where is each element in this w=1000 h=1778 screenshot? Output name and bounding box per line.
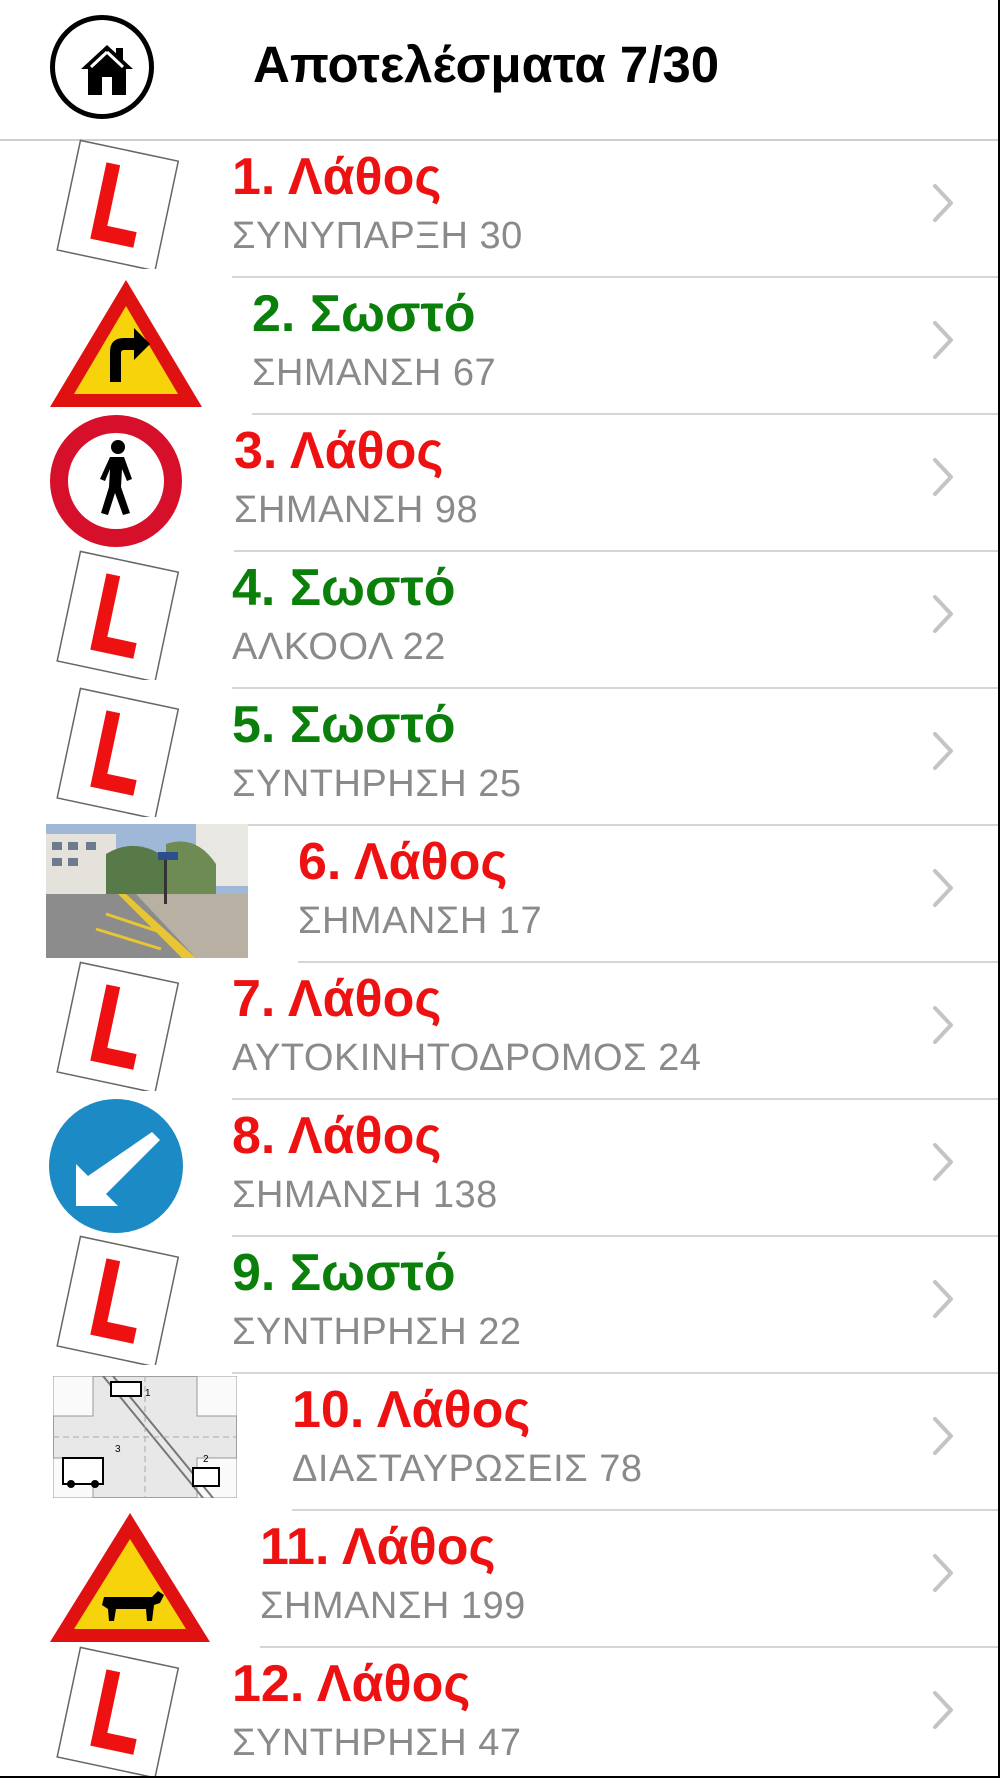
result-category: ΣΥΝΤΗΡΗΣΗ 25 [232,763,522,805]
result-category: ΑΛΚΟΟΛ 22 [232,626,446,668]
result-row[interactable]: 7. Λάθος ΑΥΤΟΚΙΝΗΤΟΔΡΟΜΟΣ 24 [0,961,998,1100]
result-title: 8. Λάθος [232,1107,442,1165]
chevron-right-icon [933,595,953,633]
home-icon [81,45,133,95]
chevron-right-icon [933,1554,953,1592]
result-row[interactable]: 4. Σωστό ΑΛΚΟΟΛ 22 [0,550,998,689]
result-category: ΣΗΜΑΝΣΗ 98 [234,489,479,531]
chevron-right-icon [933,184,953,222]
result-category: ΣΗΜΑΝΣΗ 17 [298,900,543,942]
result-title: 9. Σωστό [232,1244,456,1302]
page-title: Αποτελέσματα 7/30 [253,36,720,93]
chevron-right-icon [933,732,953,770]
result-row[interactable]: 6. Λάθος ΣΗΜΑΝΣΗ 17 [0,824,998,963]
result-title: 3. Λάθος [234,422,444,480]
chevron-right-icon [933,321,953,359]
result-row[interactable]: 3. Λάθος ΣΗΜΑΝΣΗ 98 [0,413,998,552]
result-category: ΣΥΝΥΠΑΡΞΗ 30 [232,215,523,257]
svg-text:2: 2 [203,1454,209,1465]
result-row[interactable]: 11. Λάθος ΣΗΜΑΝΣΗ 199 [0,1509,998,1648]
result-title: 7. Λάθος [232,970,442,1028]
svg-text:3: 3 [115,1444,121,1455]
results-screen: Αποτελέσματα 7/30 1. Λάθος ΣΥΝΥΠΑΡΞΗ 30 2… [0,0,1000,1778]
result-title: 11. Λάθος [260,1518,496,1576]
result-title: 2. Σωστό [252,285,476,343]
chevron-right-icon [933,1143,953,1181]
chevron-right-icon [933,1691,953,1729]
result-category: ΑΥΤΟΚΙΝΗΤΟΔΡΟΜΟΣ 24 [232,1037,702,1079]
result-row[interactable]: 1 2 3 10. Λάθος ΔΙΑΣΤΑΥΡΩΣΕΙΣ 78 [0,1372,998,1511]
result-row[interactable]: 5. Σωστό ΣΥΝΤΗΡΗΣΗ 25 [0,687,998,826]
result-row[interactable]: 8. Λάθος ΣΗΜΑΝΣΗ 138 [0,1098,998,1237]
result-row[interactable]: 2. Σωστό ΣΗΜΑΝΣΗ 67 [0,276,998,415]
result-row[interactable]: 12. Λάθος ΣΥΝΤΗΡΗΣΗ 47 [0,1646,998,1776]
chevron-right-icon [933,869,953,907]
chevron-right-icon [933,1006,953,1044]
result-category: ΔΙΑΣΤΑΥΡΩΣΕΙΣ 78 [292,1448,643,1490]
header-bar: Αποτελέσματα 7/30 [0,0,998,141]
result-title: 4. Σωστό [232,559,456,617]
result-title: 5. Σωστό [232,696,456,754]
chevron-right-icon [933,1280,953,1318]
result-title: 10. Λάθος [292,1381,531,1439]
result-category: ΣΥΝΤΗΡΗΣΗ 47 [232,1722,522,1764]
result-category: ΣΗΜΑΝΣΗ 199 [260,1585,526,1627]
chevron-right-icon [933,1417,953,1455]
result-title: 1. Λάθος [232,148,442,206]
result-category: ΣΗΜΑΝΣΗ 67 [252,352,497,394]
result-row[interactable]: 9. Σωστό ΣΥΝΤΗΡΗΣΗ 22 [0,1235,998,1374]
home-button[interactable] [50,15,154,119]
result-category: ΣΗΜΑΝΣΗ 138 [232,1174,498,1216]
result-title: 12. Λάθος [232,1655,471,1713]
svg-text:1: 1 [145,1388,151,1399]
result-row[interactable]: 1. Λάθος ΣΥΝΥΠΑΡΞΗ 30 [0,139,998,278]
chevron-right-icon [933,458,953,496]
result-title: 6. Λάθος [298,833,508,891]
result-category: ΣΥΝΤΗΡΗΣΗ 22 [232,1311,522,1353]
